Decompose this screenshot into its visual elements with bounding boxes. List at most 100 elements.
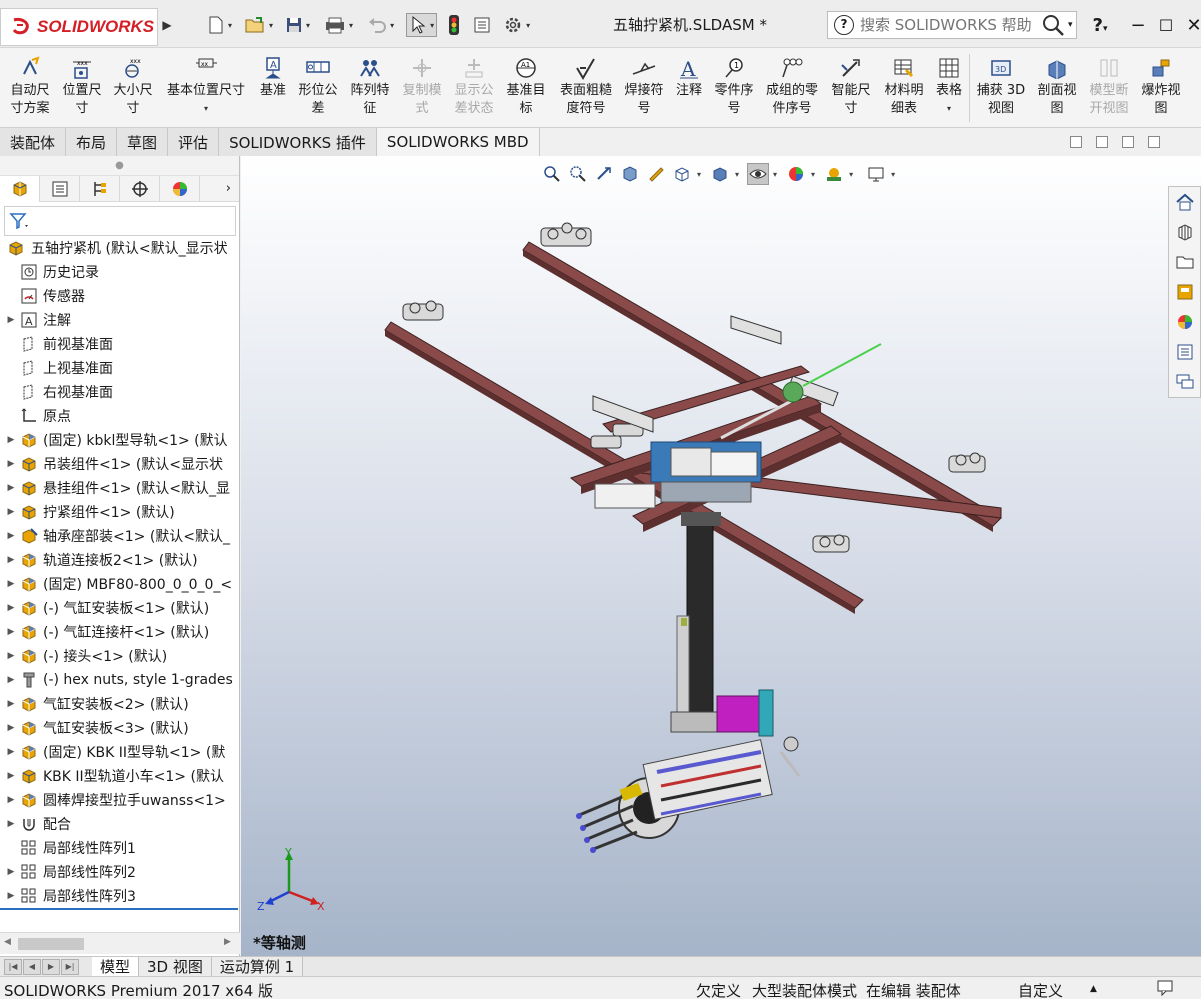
menu-expand-arrow-icon[interactable]: ▶ xyxy=(160,14,174,36)
datum-button[interactable]: A 基准 xyxy=(254,54,292,100)
status-tooltip-icon[interactable] xyxy=(1156,979,1176,999)
minimize-icon[interactable]: − xyxy=(1124,15,1152,36)
tree-item[interactable]: 原点 xyxy=(0,404,238,428)
tree-item[interactable]: ▶ (-) 气缸连接杆<1> (默认) xyxy=(0,620,238,644)
scroll-thumb[interactable] xyxy=(18,938,84,950)
file-properties-button[interactable] xyxy=(471,13,493,37)
units-selector[interactable]: 自定义 xyxy=(1018,980,1063,999)
search-icon[interactable] xyxy=(1040,13,1068,37)
expand-arrow-icon[interactable]: ▶ xyxy=(4,435,18,445)
expand-arrow-icon[interactable]: ▶ xyxy=(4,819,18,829)
expand-arrow-icon[interactable]: ▶ xyxy=(4,555,18,565)
tree-item[interactable]: ▶ A 注解 xyxy=(0,308,238,332)
tree-item[interactable]: ▶ (固定) KBK II型导轨<1> (默 xyxy=(0,740,238,764)
save-button[interactable]: ▾ xyxy=(283,13,312,37)
tab-sketch[interactable]: 草图 xyxy=(117,128,169,156)
search-dropdown-icon[interactable]: ▾ xyxy=(1068,20,1073,30)
more-tabs-icon[interactable]: › xyxy=(226,181,231,196)
tree-item[interactable]: 上视基准面 xyxy=(0,356,238,380)
maximize-icon[interactable]: ☐ xyxy=(1152,16,1180,35)
bill-of-materials-button[interactable]: 材料明 细表 xyxy=(878,54,930,118)
tree-item[interactable]: ▶ 悬挂组件<1> (默认<默认_显 xyxy=(0,476,238,500)
dimxpert-manager-tab[interactable] xyxy=(120,175,160,202)
tree-item[interactable]: ▶ 拧紧组件<1> (默认) xyxy=(0,500,238,524)
tree-item[interactable]: ▶ 吊装组件<1> (默认<显示状 xyxy=(0,452,238,476)
tree-item[interactable]: ▶ (-) 接头<1> (默认) xyxy=(0,644,238,668)
close-icon[interactable]: ✕ xyxy=(1180,15,1201,36)
help-search[interactable]: ? ▾ xyxy=(827,11,1077,39)
stacked-balloon-button[interactable]: 成组的零 件序号 xyxy=(760,54,824,118)
viewport-restore-icon[interactable] xyxy=(1070,136,1082,148)
help-menu-icon[interactable]: ?▾ xyxy=(1086,15,1114,36)
panel-grip[interactable]: ● xyxy=(0,156,239,176)
tree-item[interactable]: ▶ 轴承座部装<1> (默认<默认_ xyxy=(0,524,238,548)
tree-item[interactable]: ▶ (固定) kbkl型导轨<1> (默认 xyxy=(0,428,238,452)
rebuild-button[interactable] xyxy=(445,13,463,37)
tab-addins[interactable]: SOLIDWORKS 插件 xyxy=(219,128,377,156)
tree-item[interactable]: ▶ KBK II型轨道小车<1> (默认 xyxy=(0,764,238,788)
tree-item[interactable]: ▶ 局部线性阵列2 xyxy=(0,860,238,884)
tab-3d-views[interactable]: 3D 视图 xyxy=(139,956,212,977)
tab-assembly[interactable]: 装配体 xyxy=(0,128,67,156)
tree-item[interactable]: ▶ 局部线性阵列3 xyxy=(0,884,238,908)
configuration-manager-tab[interactable] xyxy=(80,175,120,202)
viewport-tile-icon[interactable] xyxy=(1096,136,1108,148)
auto-dimension-scheme-button[interactable]: 自动尺 寸方案 xyxy=(4,54,56,118)
tab-mbd[interactable]: SOLIDWORKS MBD xyxy=(376,128,540,156)
scroll-right-icon[interactable]: ▶ xyxy=(224,937,231,947)
solidworks-logo[interactable]: SOLIDWORKS xyxy=(0,8,158,46)
expand-arrow-icon[interactable]: ▶ xyxy=(4,795,18,805)
first-tab-icon[interactable]: |◀ xyxy=(4,958,22,975)
expand-arrow-icon[interactable]: ▶ xyxy=(4,723,18,733)
expand-arrow-icon[interactable]: ▶ xyxy=(4,579,18,589)
scroll-left-icon[interactable]: ◀ xyxy=(4,937,11,947)
undo-button[interactable]: ▾ xyxy=(365,13,396,37)
tree-item[interactable]: ▶ 气缸安装板<3> (默认) xyxy=(0,716,238,740)
tab-layout[interactable]: 布局 xyxy=(66,128,118,156)
expand-arrow-icon[interactable]: ▶ xyxy=(4,675,18,685)
feature-manager-tab[interactable] xyxy=(0,175,40,202)
expand-arrow-icon[interactable]: ▶ xyxy=(4,627,18,637)
help-search-input[interactable] xyxy=(860,16,1036,34)
open-button[interactable]: ▾ xyxy=(242,13,275,37)
tree-item[interactable]: 传感器 xyxy=(0,284,238,308)
new-document-button[interactable]: ▾ xyxy=(205,13,234,37)
surface-finish-button[interactable]: 表面粗糙 度符号 xyxy=(554,54,618,118)
balloon-button[interactable]: 1 零件序号 xyxy=(710,54,758,118)
expand-arrow-icon[interactable]: ▶ xyxy=(4,531,18,541)
graphics-area[interactable]: ▾ ▾ ▾ ▾ ▾ ▾ Y X Z *等轴测 xyxy=(241,156,1201,956)
print-button[interactable]: ▾ xyxy=(322,13,355,37)
expand-arrow-icon[interactable]: ▶ xyxy=(4,507,18,517)
options-button[interactable]: ▾ xyxy=(501,13,532,37)
table-button[interactable]: 表格 ▾ xyxy=(932,54,966,118)
expand-arrow-icon[interactable]: ▶ xyxy=(4,891,18,901)
last-tab-icon[interactable]: ▶| xyxy=(61,958,79,975)
tab-evaluate[interactable]: 评估 xyxy=(168,128,220,156)
units-dropdown-icon[interactable]: ▲ xyxy=(1090,984,1097,994)
datum-target-button[interactable]: A1 基准目标 xyxy=(502,54,550,118)
expand-arrow-icon[interactable]: ▶ xyxy=(4,483,18,493)
tree-item[interactable]: ▶ (固定) MBF80-800_0_0_0_< xyxy=(0,572,238,596)
exploded-view-button[interactable]: 爆炸视图 xyxy=(1136,54,1186,118)
tree-item[interactable]: 局部线性阵列1 xyxy=(0,836,238,860)
tree-horizontal-scrollbar[interactable]: ◀ ▶ xyxy=(0,932,240,954)
tree-item[interactable]: ▶ 轨道连接板2<1> (默认) xyxy=(0,548,238,572)
expand-arrow-icon[interactable]: ▶ xyxy=(4,699,18,709)
geometric-tolerance-button[interactable]: 形位公差 xyxy=(294,54,342,118)
pattern-feature-button[interactable]: 阵列特征 xyxy=(346,54,394,118)
tree-item[interactable]: ▶ 气缸安装板<2> (默认) xyxy=(0,692,238,716)
note-button[interactable]: A 注释 xyxy=(670,54,708,100)
tree-item[interactable]: ▶ 配合 xyxy=(0,812,238,836)
expand-arrow-icon[interactable]: ▶ xyxy=(4,315,18,325)
basic-location-dimension-button[interactable]: xx 基本位置尺寸 ▾ xyxy=(162,54,250,118)
expand-arrow-icon[interactable]: ▶ xyxy=(4,867,18,877)
expand-arrow-icon[interactable]: ▶ xyxy=(4,747,18,757)
expand-arrow-icon[interactable]: ▶ xyxy=(4,603,18,613)
tree-item[interactable]: ▶ (-) 气缸安装板<1> (默认) xyxy=(0,596,238,620)
weld-symbol-button[interactable]: 焊接符号 xyxy=(620,54,668,118)
viewport-close-icon[interactable] xyxy=(1148,136,1160,148)
section-view-button[interactable]: 剖面视图 xyxy=(1032,54,1082,118)
tab-model[interactable]: 模型 xyxy=(92,956,140,977)
viewport-maximize-icon[interactable] xyxy=(1122,136,1134,148)
tab-motion-study[interactable]: 运动算例 1 xyxy=(211,956,304,977)
